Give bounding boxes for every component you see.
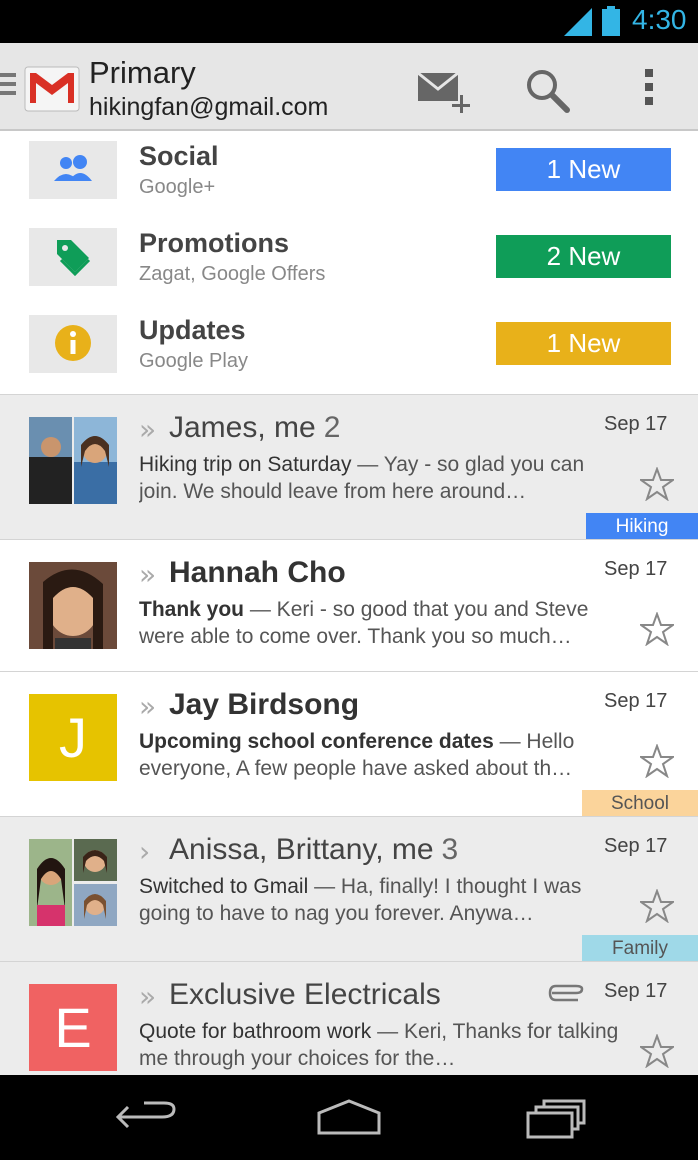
star-icon[interactable] bbox=[640, 744, 674, 778]
label-tag: Hiking bbox=[586, 513, 698, 540]
email-date: Sep 17 bbox=[604, 558, 668, 580]
email-preview: Hiking trip on Saturday — Yay - so glad … bbox=[139, 451, 623, 505]
email-sender: Jay Birdsong bbox=[169, 688, 360, 721]
email-row[interactable]: › Anissa, Brittany, me 3 Sep 17 Switched … bbox=[0, 816, 698, 962]
email-preview: Upcoming school conference dates — Hello… bbox=[139, 728, 623, 782]
star-icon[interactable] bbox=[640, 612, 674, 646]
new-count-badge: 2 New bbox=[496, 235, 671, 278]
gmail-logo[interactable] bbox=[24, 63, 80, 113]
email-sender: Anissa, Brittany, me 3 bbox=[169, 833, 459, 866]
recent-apps-icon[interactable] bbox=[524, 1099, 588, 1139]
email-sender: James, me 2 bbox=[169, 411, 341, 444]
thread-count: 2 bbox=[323, 411, 341, 444]
compose-icon[interactable] bbox=[416, 69, 474, 115]
email-subject: Upcoming school conference dates bbox=[139, 730, 494, 753]
new-count-badge: 1 New bbox=[496, 148, 671, 191]
label-tag: School bbox=[582, 790, 698, 817]
email-subject: Hiking trip on Saturday bbox=[139, 453, 352, 476]
star-icon[interactable] bbox=[640, 1034, 674, 1068]
email-subject: Switched to Gmail bbox=[139, 875, 309, 898]
battery-icon bbox=[602, 6, 620, 36]
signal-icon bbox=[564, 8, 592, 36]
overflow-menu-icon[interactable] bbox=[642, 69, 656, 109]
category-icon-box bbox=[29, 315, 117, 373]
avatar bbox=[29, 417, 117, 504]
avatar: J bbox=[29, 694, 117, 781]
category-icon-box bbox=[29, 141, 117, 199]
email-sender: Exclusive Electricals bbox=[169, 978, 441, 1011]
attachment-icon bbox=[548, 984, 584, 1002]
star-icon[interactable] bbox=[640, 889, 674, 923]
email-date: Sep 17 bbox=[604, 413, 668, 435]
category-title: Social bbox=[139, 141, 219, 171]
email-subject: Quote for bathroom work bbox=[139, 1020, 372, 1043]
clock: 4:30 bbox=[632, 4, 687, 35]
email-date: Sep 17 bbox=[604, 835, 668, 857]
category-social[interactable]: Social Google+ 1 New bbox=[0, 131, 698, 218]
info-icon bbox=[55, 325, 91, 361]
back-icon[interactable] bbox=[114, 1099, 178, 1135]
avatar bbox=[29, 839, 117, 926]
category-title: Updates bbox=[139, 315, 246, 345]
category-title: Promotions bbox=[139, 228, 290, 258]
email-date: Sep 17 bbox=[604, 980, 668, 1002]
importance-marker-icon[interactable]: » bbox=[139, 980, 156, 1013]
avatar bbox=[29, 562, 117, 649]
page-title: Primary bbox=[89, 55, 196, 90]
status-bar: 4:30 bbox=[0, 0, 698, 43]
category-subtitle: Zagat, Google Offers bbox=[139, 263, 326, 285]
search-icon[interactable] bbox=[524, 67, 570, 113]
email-row[interactable]: » Hannah Cho Sep 17 Thank you — Keri - s… bbox=[0, 539, 698, 671]
avatar: E bbox=[29, 984, 117, 1071]
email-row[interactable]: J » Jay Birdsong Sep 17 Upcoming school … bbox=[0, 671, 698, 817]
email-row[interactable]: » James, me 2 Sep 17 Hiking trip on Satur… bbox=[0, 394, 698, 540]
label-tag: Family bbox=[582, 935, 698, 962]
category-promotions[interactable]: Promotions Zagat, Google Offers 2 New bbox=[0, 218, 698, 305]
home-icon[interactable] bbox=[315, 1099, 383, 1135]
tag-icon bbox=[57, 240, 91, 276]
category-subtitle: Google+ bbox=[139, 176, 216, 198]
email-preview: Switched to Gmail — Ha, finally! I thoug… bbox=[139, 873, 623, 927]
system-nav-bar bbox=[0, 1075, 698, 1160]
email-subject: Thank you bbox=[139, 598, 245, 621]
category-subtitle: Google Play bbox=[139, 350, 248, 372]
star-icon[interactable] bbox=[640, 467, 674, 501]
inbox-list: Social Google+ 1 New Promotions Zagat, G… bbox=[0, 131, 698, 1075]
email-sender: Hannah Cho bbox=[169, 556, 346, 589]
action-bar: Primary hikingfan@gmail.com bbox=[0, 43, 698, 131]
thread-count: 3 bbox=[441, 833, 459, 866]
email-date: Sep 17 bbox=[604, 690, 668, 712]
category-updates[interactable]: Updates Google Play 1 New bbox=[0, 305, 698, 392]
new-count-badge: 1 New bbox=[496, 322, 671, 365]
email-preview: Quote for bathroom work — Keri, Thanks f… bbox=[139, 1018, 623, 1072]
importance-marker-icon[interactable]: › bbox=[139, 835, 150, 868]
importance-marker-icon[interactable]: » bbox=[139, 690, 156, 723]
importance-marker-icon[interactable]: » bbox=[139, 558, 156, 591]
email-row[interactable]: E » Exclusive Electricals Sep 17 Quote f… bbox=[0, 961, 698, 1075]
email-preview: Thank you — Keri - so good that you and … bbox=[139, 596, 623, 650]
category-icon-box bbox=[29, 228, 117, 286]
menu-icon[interactable] bbox=[0, 73, 16, 100]
importance-marker-icon[interactable]: » bbox=[139, 413, 156, 446]
people-icon bbox=[54, 155, 92, 181]
account-email[interactable]: hikingfan@gmail.com bbox=[89, 93, 328, 122]
